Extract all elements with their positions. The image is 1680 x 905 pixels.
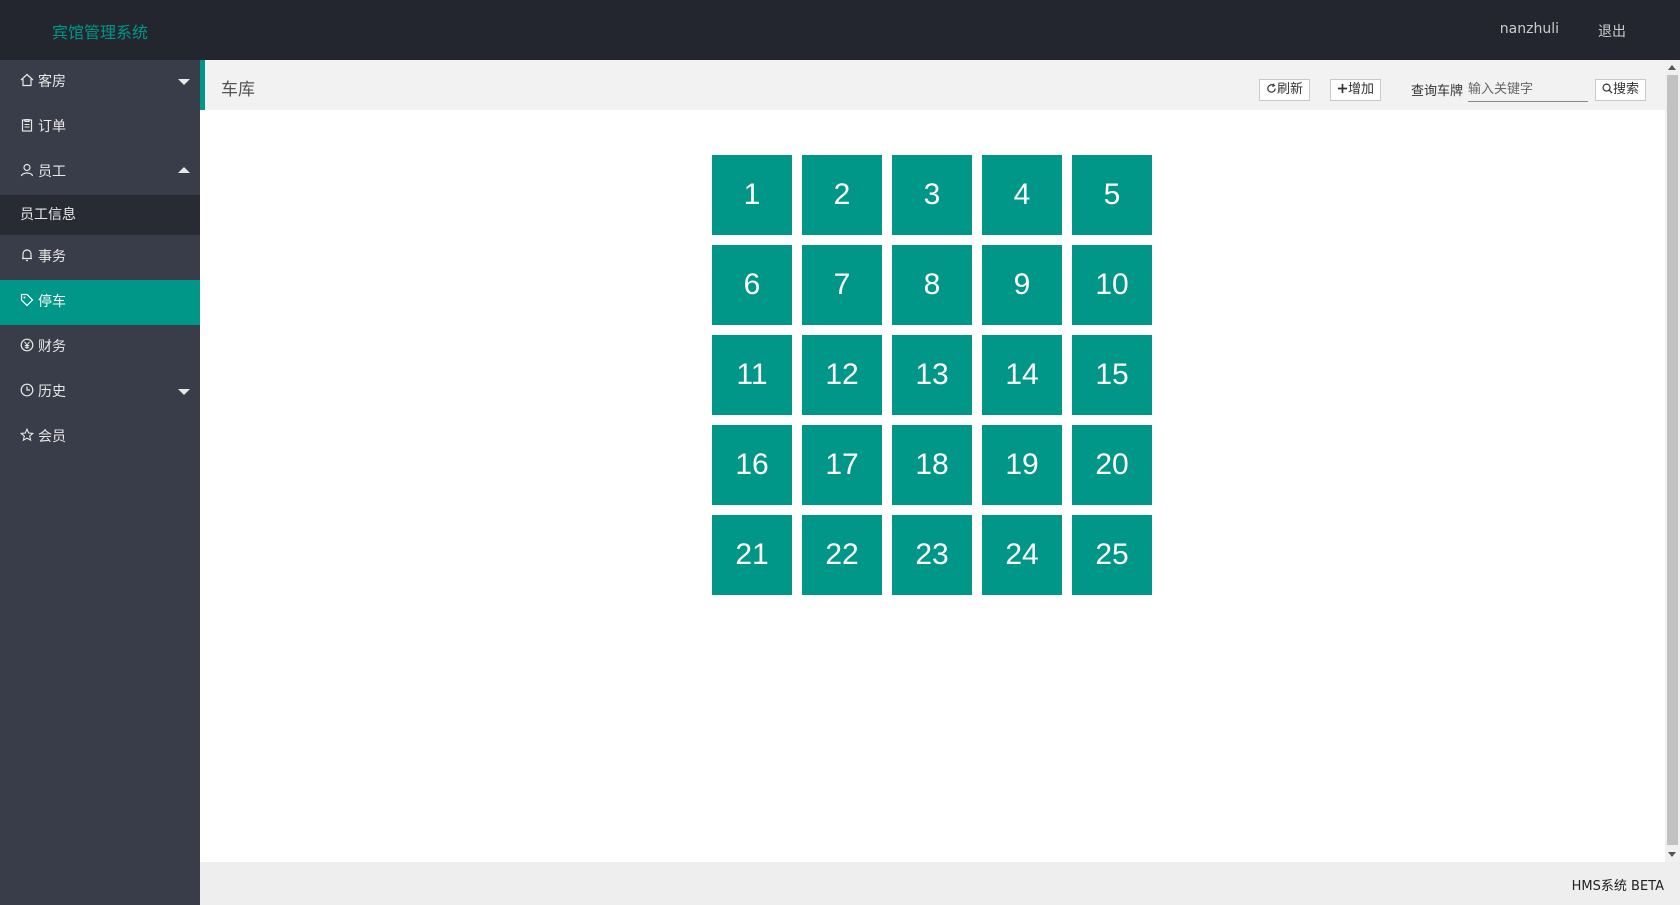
sidebar-item-finance[interactable]: 财务 <box>0 325 200 370</box>
clock-icon <box>20 383 34 397</box>
parking-slot[interactable]: 8 <box>892 245 972 325</box>
sidebar-item-parking[interactable]: 停车 <box>0 280 200 325</box>
sidebar-item-label: 财务 <box>38 339 66 355</box>
user-icon <box>20 163 34 177</box>
parking-slot[interactable]: 6 <box>712 245 792 325</box>
sidebar-item-members[interactable]: 会员 <box>0 415 200 460</box>
parking-slot[interactable]: 15 <box>1072 335 1152 415</box>
parking-slot[interactable]: 24 <box>982 515 1062 595</box>
sidebar-item-orders[interactable]: 订单 <box>0 105 200 150</box>
chevron-down-icon[interactable] <box>178 389 190 395</box>
add-button[interactable]: 增加 <box>1330 79 1382 101</box>
home-icon <box>20 73 34 87</box>
refresh-icon <box>1267 83 1276 93</box>
scrollbar[interactable] <box>1665 60 1680 862</box>
parking-slot[interactable]: 11 <box>712 335 792 415</box>
parking-slot[interactable]: 10 <box>1072 245 1152 325</box>
main-content: 车库 刷新 增加 查询车牌 搜索 12345678910111213141516… <box>200 60 1665 862</box>
parking-slot[interactable]: 17 <box>802 425 882 505</box>
parking-slot-grid: 1 2 3 4 5 6 7 8 9 10 11 12 13 14 15 16 17 18 19 20 21 22 23 24 2… <box>712 155 1152 595</box>
parking-slot[interactable]: 22 <box>802 515 882 595</box>
sidebar-item-label: 客房 <box>38 74 66 90</box>
sidebar-subitem-staff-info[interactable]: 员工信息 <box>0 195 200 235</box>
parking-slot[interactable]: 16 <box>712 425 792 505</box>
page-title: 车库 <box>221 80 255 100</box>
scrollbar-thumb[interactable] <box>1667 75 1678 845</box>
refresh-button-label: 刷新 <box>1277 82 1304 97</box>
logout-link[interactable]: 退出 <box>1598 21 1626 41</box>
sidebar-item-staff[interactable]: 员工 <box>0 150 200 195</box>
scroll-up-arrow-icon[interactable] <box>1668 65 1676 70</box>
scroll-down-arrow-icon[interactable] <box>1668 852 1676 857</box>
parking-slot[interactable]: 23 <box>892 515 972 595</box>
parking-slot[interactable]: 2 <box>802 155 882 235</box>
toolbar: 车库 刷新 增加 查询车牌 搜索 <box>200 60 1665 110</box>
parking-slot[interactable]: 3 <box>892 155 972 235</box>
bell-icon <box>22 249 32 262</box>
parking-slot[interactable]: 5 <box>1072 155 1152 235</box>
sidebar-item-label: 停车 <box>38 294 66 310</box>
app-title[interactable]: 宾馆管理系统 <box>52 19 148 43</box>
parking-slot[interactable]: 14 <box>982 335 1062 415</box>
search-button[interactable]: 搜索 <box>1595 79 1647 101</box>
plus-icon <box>1337 83 1348 94</box>
sidebar-item-label: 历史 <box>38 384 66 400</box>
search-button-label: 搜索 <box>1613 82 1640 97</box>
top-header: 宾馆管理系统 nanzhuli 退出 <box>0 0 1680 60</box>
sidebar-item-label: 会员 <box>38 429 66 445</box>
parking-slot[interactable]: 13 <box>892 335 972 415</box>
parking-slot[interactable]: 18 <box>892 425 972 505</box>
search-input[interactable] <box>1468 78 1588 102</box>
parking-slot[interactable]: 4 <box>982 155 1062 235</box>
sidebar-item-history[interactable]: 历史 <box>0 370 200 415</box>
parking-slot[interactable]: 20 <box>1072 425 1152 505</box>
sidebar-item-label: 订单 <box>38 119 66 135</box>
search-icon <box>1602 83 1613 94</box>
yen-icon <box>20 338 34 352</box>
parking-slot[interactable]: 19 <box>982 425 1062 505</box>
parking-slot[interactable]: 7 <box>802 245 882 325</box>
chevron-down-icon[interactable] <box>178 79 190 85</box>
star-icon <box>20 428 34 442</box>
sidebar: 客房 订单 员工 员工信息 事务 停车 财务 历史 会员 <box>0 60 200 905</box>
refresh-button[interactable]: 刷新 <box>1259 79 1311 101</box>
clipboard-icon <box>21 118 33 132</box>
parking-slot[interactable]: 1 <box>712 155 792 235</box>
add-button-label: 增加 <box>1348 82 1375 97</box>
tag-icon <box>20 293 34 307</box>
sidebar-item-rooms[interactable]: 客房 <box>0 60 200 105</box>
search-label: 查询车牌 <box>1411 84 1464 99</box>
chevron-up-icon[interactable] <box>178 167 190 173</box>
parking-slot[interactable]: 21 <box>712 515 792 595</box>
footer: HMS系统 BETA <box>200 862 1680 905</box>
parking-slot[interactable]: 12 <box>802 335 882 415</box>
sidebar-item-label: 员工 <box>38 164 66 180</box>
parking-slot[interactable]: 9 <box>982 245 1062 325</box>
username[interactable]: nanzhuli <box>1500 21 1559 37</box>
sidebar-item-affairs[interactable]: 事务 <box>0 235 200 280</box>
parking-slot[interactable]: 25 <box>1072 515 1152 595</box>
sidebar-item-label: 事务 <box>38 249 66 265</box>
footer-text: HMS系统 BETA <box>1571 879 1664 894</box>
